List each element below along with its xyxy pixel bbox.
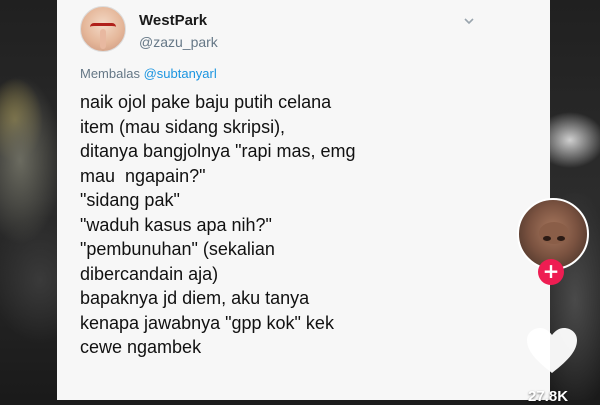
reply-prefix: Membalas: [80, 66, 144, 81]
tweet-line: ditanya bangjolnya "rapi mas, emg: [80, 141, 356, 161]
tweet-line: naik ojol pake baju putih celana: [80, 92, 332, 112]
tweet-line: "waduh kasus apa nih?": [80, 214, 272, 235]
reply-mention-link[interactable]: @subtanyarl: [144, 66, 217, 81]
follow-button[interactable]: +: [538, 259, 564, 285]
tweet-line: "sidang pak": [80, 190, 180, 210]
tweet-text: naik ojol pake baju putih celana item (m…: [80, 90, 480, 360]
tweet-line: item (mau sidang skripsi),: [80, 116, 286, 137]
tweet-line: bapaknya jd diem, aku tanya: [80, 288, 310, 308]
finger-detail: [100, 29, 106, 49]
chevron-down-icon[interactable]: [462, 14, 476, 28]
nostril-detail: [557, 236, 565, 241]
tweet-line: kenapa jawabnya "gpp kok" kek: [80, 312, 334, 333]
tweet-line: "pembunuhan" (sekalian: [80, 239, 275, 259]
tweet-line: mau ngapain?": [80, 165, 206, 186]
nostril-detail: [543, 236, 551, 241]
tweet-line: dibercandain aja): [80, 263, 219, 284]
tweet-author-handle[interactable]: @zazu_park: [139, 34, 218, 50]
like-count: 27.8K: [528, 388, 569, 405]
tweet-author-name[interactable]: WestPark: [139, 12, 207, 29]
reply-context: Membalas @subtanyarl: [80, 66, 217, 81]
tweet-author-avatar[interactable]: [80, 6, 126, 52]
tweet-line: cewe ngambek: [80, 337, 202, 357]
heart-icon[interactable]: [524, 326, 580, 376]
nose-detail: [539, 222, 569, 244]
